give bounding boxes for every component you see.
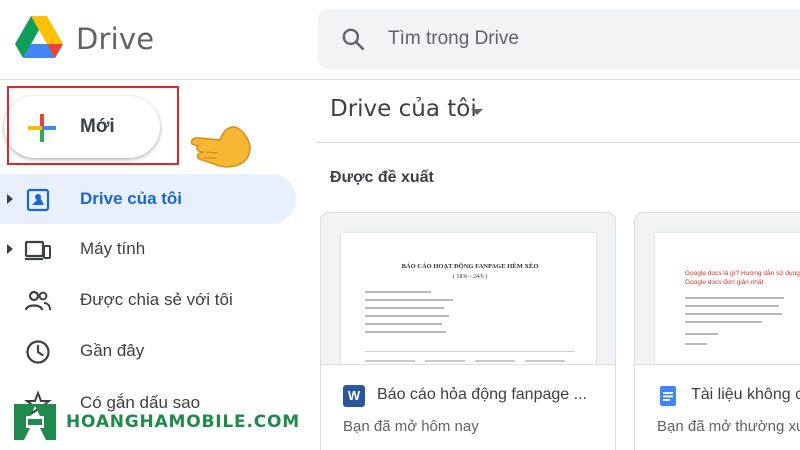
shared-with-me-icon bbox=[24, 290, 51, 311]
search-bar[interactable] bbox=[318, 9, 800, 69]
watermark-text: HOANGHAMOBILE.COM bbox=[66, 412, 300, 432]
sidebar-item-label: Có gắn dấu sao bbox=[80, 393, 201, 412]
hoangha-logo-icon bbox=[14, 404, 56, 440]
pointing-hand-icon bbox=[190, 126, 251, 168]
preview-heading: BÁO CÁO HOẠT ĐỘNG FANPAGE HÊM XÈO bbox=[401, 263, 539, 270]
file-name: Tài liệu không c bbox=[691, 386, 800, 403]
file-thumbnail: Google docs là gì? Hướng dẫn sử dụng Goo… bbox=[635, 213, 800, 364]
document-preview: Google docs là gì? Hướng dẫn sử dụng Goo… bbox=[655, 233, 800, 364]
caret-down-icon[interactable] bbox=[470, 108, 484, 116]
expand-arrow-icon[interactable] bbox=[6, 242, 14, 256]
search-input[interactable] bbox=[388, 25, 788, 53]
sidebar-item-label: Gần đây bbox=[80, 341, 145, 360]
file-activity: Bạn đã mở hôm nay bbox=[343, 418, 479, 435]
preview-text-lines bbox=[365, 291, 475, 339]
preview-text-lines bbox=[685, 297, 795, 351]
google-docs-icon bbox=[660, 386, 676, 406]
sidebar-item-shared-with-me[interactable]: Được chia sẻ với tôi bbox=[0, 275, 296, 325]
my-drive-icon bbox=[26, 188, 50, 212]
preview-subheading: ( 18/6 – 24/6 ) bbox=[452, 274, 488, 280]
preview-text: Google docs là gì? Hướng dẫn sử dụng Goo… bbox=[685, 270, 800, 286]
sidebar-item-computers[interactable]: Máy tính bbox=[0, 224, 296, 274]
divider bbox=[316, 142, 800, 143]
word-doc-icon: W bbox=[343, 385, 365, 407]
page-title[interactable]: Drive của tôi bbox=[330, 96, 477, 122]
sidebar-item-label: Drive của tôi bbox=[80, 189, 183, 208]
recent-clock-icon bbox=[26, 340, 50, 364]
preview-table bbox=[365, 351, 575, 364]
computers-icon bbox=[24, 240, 51, 261]
expand-arrow-icon[interactable] bbox=[6, 192, 14, 206]
file-name: Báo cáo hỏa động fanpage ... bbox=[377, 386, 587, 403]
highlight-box bbox=[7, 86, 179, 165]
file-activity: Bạn đã mở thường xu bbox=[657, 418, 800, 435]
drive-logo-icon[interactable] bbox=[14, 14, 64, 60]
sidebar-item-label: Máy tính bbox=[80, 239, 146, 258]
section-label-suggested: Được đề xuất bbox=[330, 169, 434, 186]
app-title: Drive bbox=[76, 22, 155, 56]
file-thumbnail: BÁO CÁO HOẠT ĐỘNG FANPAGE HÊM XÈO ( 18/6… bbox=[321, 213, 615, 364]
file-card[interactable]: Google docs là gì? Hướng dẫn sử dụng Goo… bbox=[634, 212, 800, 450]
app-header: Drive bbox=[0, 0, 800, 80]
search-icon[interactable] bbox=[340, 26, 366, 52]
sidebar-item-label: Được chia sẻ với tôi bbox=[80, 290, 233, 309]
sidebar-item-recent[interactable]: Gần đây bbox=[0, 326, 296, 376]
card-divider bbox=[635, 364, 800, 365]
document-preview: BÁO CÁO HOẠT ĐỘNG FANPAGE HÊM XÈO ( 18/6… bbox=[341, 233, 596, 364]
sidebar-item-my-drive[interactable]: Drive của tôi bbox=[0, 174, 296, 224]
file-card[interactable]: BÁO CÁO HOẠT ĐỘNG FANPAGE HÊM XÈO ( 18/6… bbox=[320, 212, 616, 450]
card-divider bbox=[321, 364, 615, 365]
